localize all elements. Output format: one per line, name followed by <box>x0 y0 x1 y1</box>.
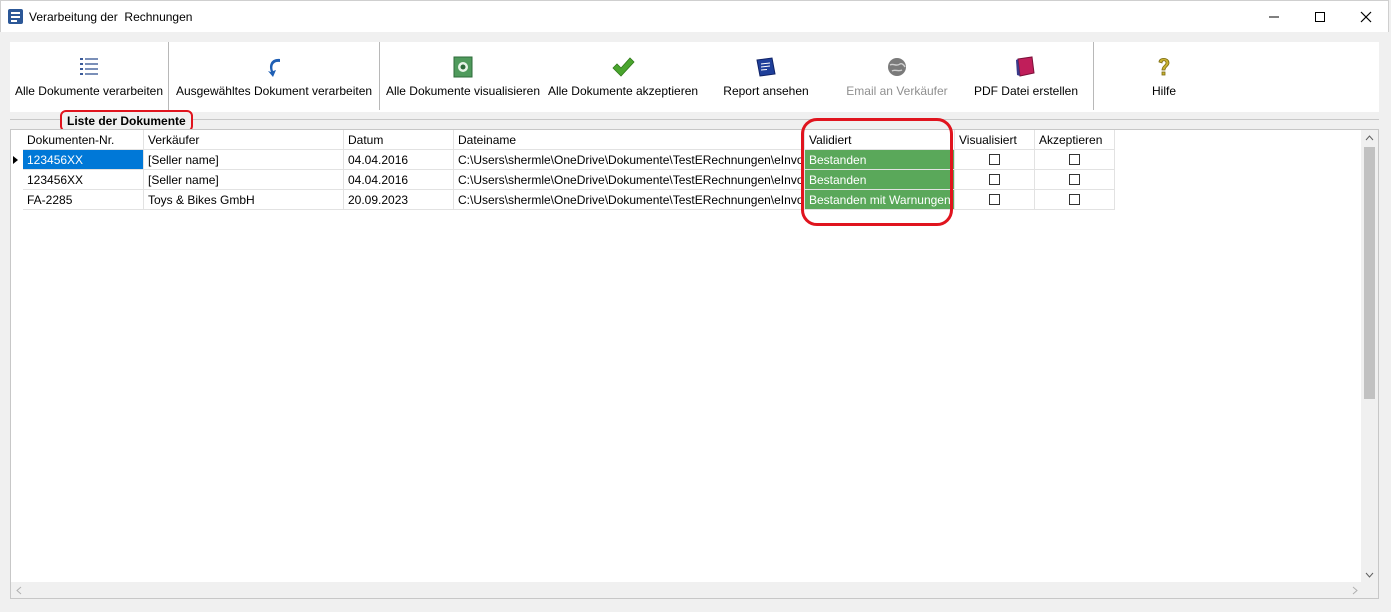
accept-checkbox[interactable] <box>1069 174 1080 185</box>
view-report-label: Report ansehen <box>723 84 809 98</box>
cell-date[interactable]: 04.04.2016 <box>344 170 454 190</box>
view-report-button[interactable]: Report ansehen <box>710 42 822 112</box>
toolbar: Alle Dokumente verarbeiten Ausgewähltes … <box>10 42 1379 112</box>
accept-checkbox[interactable] <box>1069 194 1080 205</box>
document-image-icon <box>453 56 473 78</box>
cell-visualized[interactable] <box>955 150 1035 170</box>
vertical-scrollbar[interactable] <box>1361 130 1378 583</box>
validated-column-annotation <box>801 118 953 226</box>
title-bar: Verarbeitung der Rechnungen <box>0 0 1389 32</box>
column-header-date[interactable]: Datum <box>344 130 454 150</box>
column-header-filename[interactable]: Dateiname <box>454 130 805 150</box>
cell-visualized[interactable] <box>955 170 1035 190</box>
cell-accept[interactable] <box>1035 190 1115 210</box>
help-label: Hilfe <box>1151 84 1176 98</box>
horizontal-scrollbar[interactable] <box>11 582 1363 598</box>
visualized-checkbox[interactable] <box>989 154 1000 165</box>
cell-date[interactable]: 20.09.2023 <box>344 190 454 210</box>
help-button[interactable]: Hilfe <box>1120 42 1208 112</box>
list-icon <box>80 58 98 75</box>
report-icon <box>756 57 776 77</box>
cell-doc-no[interactable]: 123456XX <box>23 150 144 170</box>
column-header-accept[interactable]: Akzeptieren <box>1035 130 1115 150</box>
scroll-right-icon[interactable] <box>1352 586 1358 595</box>
maximize-button[interactable] <box>1297 1 1343 32</box>
scrollbar-corner <box>1361 582 1378 598</box>
cell-accept[interactable] <box>1035 150 1115 170</box>
process-all-button[interactable]: Alle Dokumente verarbeiten <box>10 42 168 112</box>
create-pdf-button[interactable]: PDF Datei erstellen <box>968 42 1084 112</box>
app-icon <box>8 9 23 24</box>
visualized-checkbox[interactable] <box>989 174 1000 185</box>
column-header-doc-no[interactable]: Dokumenten-Nr. <box>23 130 144 150</box>
column-header-visualized[interactable]: Visualisiert <box>955 130 1035 150</box>
cell-accept[interactable] <box>1035 170 1115 190</box>
cell-seller[interactable]: Toys & Bikes GmbH <box>144 190 344 210</box>
accept-checkbox[interactable] <box>1069 154 1080 165</box>
process-all-label: Alle Dokumente verarbeiten <box>14 84 164 98</box>
cell-seller[interactable]: [Seller name] <box>144 150 344 170</box>
checkmark-icon <box>612 57 635 77</box>
process-selected-label: Ausgewähltes Dokument verarbeiten <box>175 84 373 98</box>
scroll-down-icon[interactable] <box>1365 572 1374 578</box>
cell-doc-no[interactable]: 123456XX <box>23 170 144 190</box>
cell-date[interactable]: 04.04.2016 <box>344 150 454 170</box>
globe-icon <box>888 58 906 76</box>
maximize-icon <box>1315 12 1325 22</box>
cell-visualized[interactable] <box>955 190 1035 210</box>
group-box-border <box>10 119 1379 120</box>
create-pdf-label: PDF Datei erstellen <box>973 84 1079 98</box>
help-question-icon <box>1158 57 1170 76</box>
pdf-book-icon <box>1016 56 1035 77</box>
toolbar-separator <box>1093 42 1094 110</box>
cell-filename[interactable]: C:\Users\shermle\OneDrive\Dokumente\Test… <box>454 150 805 170</box>
accept-all-label: Alle Dokumente akzeptieren <box>547 84 699 98</box>
cell-seller[interactable]: [Seller name] <box>144 170 344 190</box>
email-seller-button[interactable]: Email an Verkäufer <box>838 42 956 112</box>
minimize-icon <box>1269 16 1279 18</box>
close-icon <box>1360 11 1372 23</box>
visualize-all-button[interactable]: Alle Dokumente visualisieren <box>382 42 544 112</box>
minimize-button[interactable] <box>1251 1 1297 32</box>
email-seller-label: Email an Verkäufer <box>846 84 948 98</box>
process-selected-button[interactable]: Ausgewähltes Dokument verarbeiten <box>169 42 379 112</box>
scroll-up-icon[interactable] <box>1365 135 1374 141</box>
toolbar-separator <box>379 42 380 110</box>
current-row-indicator <box>13 156 18 164</box>
cell-filename[interactable]: C:\Users\shermle\OneDrive\Dokumente\Test… <box>454 170 805 190</box>
close-button[interactable] <box>1343 1 1389 32</box>
cell-filename[interactable]: C:\Users\shermle\OneDrive\Dokumente\Test… <box>454 190 805 210</box>
window-title: Verarbeitung der Rechnungen <box>29 10 193 24</box>
cell-doc-no[interactable]: FA-2285 <box>23 190 144 210</box>
vertical-scroll-thumb[interactable] <box>1364 147 1375 399</box>
documents-grid[interactable]: Dokumenten-Nr. Verkäufer Datum Dateiname… <box>10 129 1379 599</box>
visualize-all-label: Alle Dokumente visualisieren <box>385 84 541 98</box>
accept-all-button[interactable]: Alle Dokumente akzeptieren <box>544 42 702 112</box>
column-header-seller[interactable]: Verkäufer <box>144 130 344 150</box>
scroll-left-icon[interactable] <box>16 586 22 595</box>
visualized-checkbox[interactable] <box>989 194 1000 205</box>
undo-arrow-icon <box>268 58 280 77</box>
